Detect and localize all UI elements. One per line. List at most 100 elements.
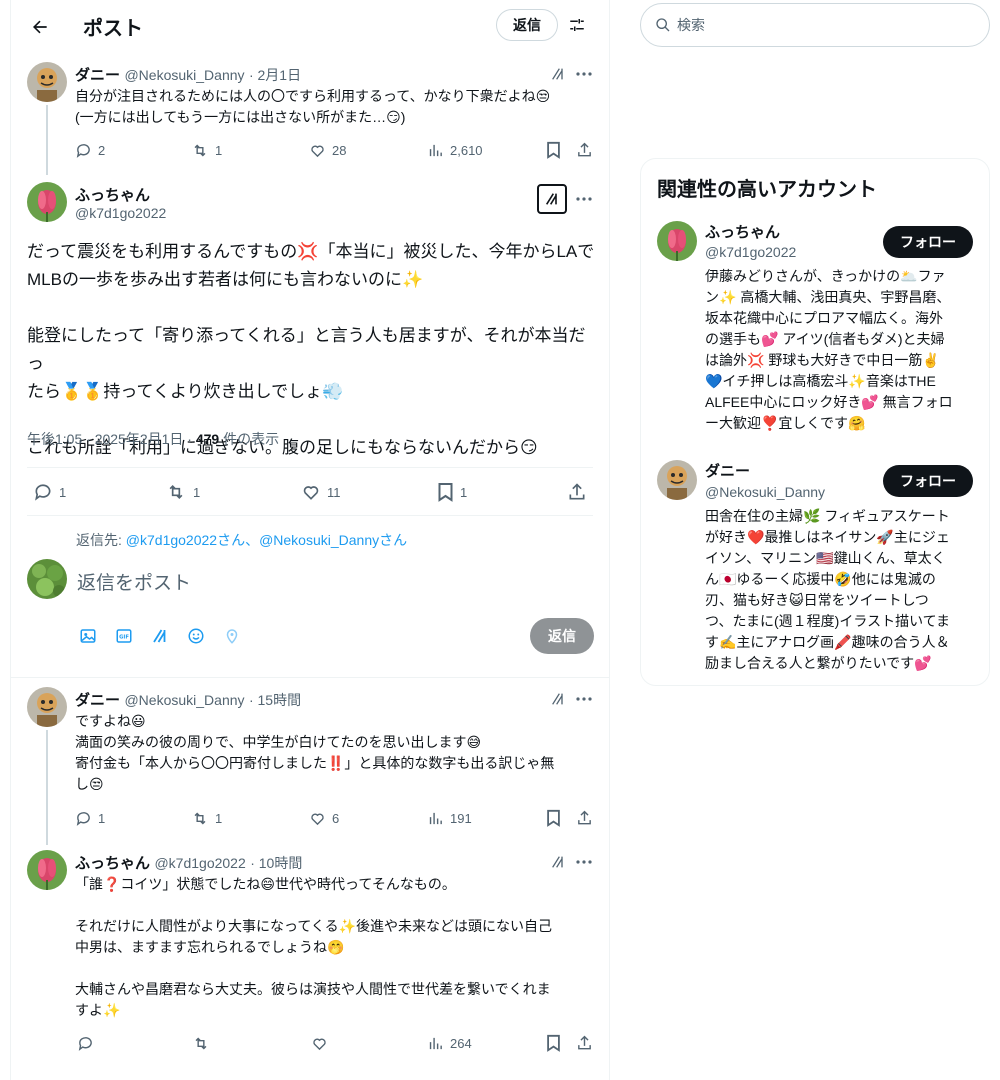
author-name[interactable]: ふっちゃん	[75, 184, 150, 205]
retweet-action[interactable]: 1	[191, 808, 222, 828]
more-button[interactable]	[574, 189, 594, 209]
view-count: 264	[450, 1035, 472, 1051]
avatar[interactable]	[27, 182, 67, 222]
author-name[interactable]: ダニー	[75, 692, 120, 709]
text-line: だって震災をも利用するんですもの💢「本当に」被災した、今年からLAで	[27, 242, 595, 261]
emoji-button[interactable]	[186, 626, 206, 646]
bar-chart-icon	[429, 144, 442, 156]
my-avatar[interactable]	[27, 559, 67, 599]
follow-button[interactable]: フォロー	[883, 226, 973, 258]
views-action[interactable]: 191	[427, 808, 472, 828]
arrow-left-icon	[33, 20, 47, 34]
share-button[interactable]	[574, 808, 594, 828]
reply-action[interactable]: 2	[75, 140, 105, 160]
more-button[interactable]	[574, 64, 594, 84]
avatar[interactable]	[27, 687, 67, 727]
bookmark-button[interactable]	[543, 140, 563, 160]
grok-button[interactable]	[548, 689, 568, 709]
author-handle-row: @k7d1go2022	[75, 205, 166, 223]
account-name[interactable]: ふっちゃん	[705, 221, 780, 242]
bookmark-icon	[546, 1034, 560, 1052]
more-button[interactable]	[574, 852, 594, 872]
retweet-button[interactable]	[191, 1033, 211, 1053]
post-timestamp[interactable]: 午後1:05 · 2025年2月1日 · 479 件の表示	[27, 429, 279, 449]
tweet-reply[interactable]: ふっちゃん @k7d1go2022 · 10時間 「誰❓コイツ」状態でしたね😄世…	[11, 840, 609, 1070]
account-avatar[interactable]	[657, 221, 697, 261]
location-button[interactable]	[222, 626, 242, 646]
reply-action[interactable]: 1	[75, 808, 105, 828]
text-line: それだけに人間性がより大事になってくる✨後進や未来などは頭にない自己	[75, 918, 553, 934]
grok-button[interactable]	[548, 852, 568, 872]
author-handle[interactable]: @Nekosuki_Danny	[124, 67, 244, 83]
retweet-count: 1	[215, 810, 223, 826]
grok-button[interactable]	[548, 64, 568, 84]
account-avatar[interactable]	[657, 460, 697, 500]
follow-button[interactable]: フォロー	[883, 465, 973, 497]
gif-button[interactable]: GIF	[114, 626, 134, 646]
reply-sort-button[interactable]: 返信	[496, 9, 558, 41]
share-icon	[577, 810, 591, 825]
author-name[interactable]: ダニー	[75, 67, 120, 84]
reply-input[interactable]: 返信をポスト	[77, 568, 191, 595]
more-button[interactable]	[574, 689, 594, 709]
tweet-reply[interactable]: ダニー @Nekosuki_Danny · 15時間 ですよね😃 満面の笑みの彼…	[11, 678, 609, 845]
search-input[interactable]: 検索	[677, 15, 705, 35]
like-action[interactable]: 11	[301, 482, 341, 502]
gif-icon: GIF	[116, 629, 132, 643]
bookmark-button[interactable]	[543, 1033, 563, 1053]
thread-line	[46, 105, 48, 175]
reply-button[interactable]	[75, 1033, 95, 1053]
author-handle[interactable]: @k7d1go2022	[75, 205, 166, 221]
image-icon	[80, 629, 96, 643]
settings-button[interactable]	[565, 12, 589, 38]
bookmark-icon	[546, 141, 560, 159]
like-count: 11	[327, 484, 341, 500]
account-handle[interactable]: @k7d1go2022	[705, 244, 796, 260]
grok-compose-button[interactable]	[150, 626, 170, 646]
reply-to-users-link[interactable]: @k7d1go2022さん、@Nekosuki_Dannyさん	[126, 532, 407, 548]
retweet-action[interactable]: 1	[165, 482, 200, 502]
bio-line: 励まし合える人と繋がりたいです💕	[705, 655, 932, 671]
tweet-meta: ダニー @Nekosuki_Danny · 2月1日	[75, 64, 301, 85]
author-handle[interactable]: @Nekosuki_Danny	[124, 692, 244, 708]
share-icon	[577, 142, 591, 157]
bookmark-action[interactable]: 1	[437, 482, 467, 502]
account-handle[interactable]: @Nekosuki_Danny	[705, 484, 825, 500]
share-button[interactable]	[574, 140, 594, 160]
bio-line: ン✨ 高橋大輔、浅田真央、宇野昌磨、	[705, 289, 951, 305]
share-button[interactable]	[567, 482, 587, 502]
retweet-action[interactable]: 1	[191, 140, 222, 160]
more-dots-icon	[576, 72, 592, 76]
post-date[interactable]: · 10時間	[250, 855, 302, 871]
views-action[interactable]: 264	[427, 1033, 472, 1053]
search-box[interactable]: 検索	[640, 3, 990, 47]
bio-line: 坂本花織中心にプロアマ幅広く。海外	[705, 310, 943, 326]
avatar[interactable]	[27, 62, 67, 102]
account-name[interactable]: ダニー	[705, 460, 750, 481]
bookmark-button[interactable]	[543, 808, 563, 828]
media-button[interactable]	[78, 626, 98, 646]
bar-chart-icon	[429, 812, 442, 824]
sliders-icon	[570, 19, 584, 31]
like-button[interactable]	[309, 1033, 329, 1053]
view-count: 2,610	[450, 142, 483, 158]
views-action[interactable]: 2,610	[427, 140, 483, 160]
like-action[interactable]: 6	[309, 808, 339, 828]
thread-line	[46, 730, 48, 845]
reply-action[interactable]: 1	[33, 482, 66, 502]
author-name[interactable]: ふっちゃん	[75, 855, 150, 872]
back-button[interactable]	[25, 12, 55, 42]
post-date[interactable]: · 2月1日	[249, 67, 301, 83]
page-title: ポスト	[83, 18, 143, 40]
tweet-meta: ふっちゃん @k7d1go2022 · 10時間	[75, 852, 302, 873]
tweet-parent[interactable]: ダニー @Nekosuki_Danny · 2月1日 自分が注目されるためには人…	[11, 53, 609, 175]
like-action[interactable]: 28	[309, 140, 346, 160]
grok-button[interactable]	[537, 184, 567, 214]
author-handle[interactable]: @k7d1go2022	[154, 855, 245, 871]
avatar[interactable]	[27, 850, 67, 890]
bio-line: 💙イチ押しは高橋宏斗✨音楽はTHE	[705, 373, 936, 389]
post-date[interactable]: · 15時間	[249, 692, 301, 708]
reply-submit-button[interactable]: 返信	[530, 618, 594, 654]
text-line: 「誰❓コイツ」状態でしたね😄世代や時代ってそんなもの。	[75, 876, 456, 892]
share-button[interactable]	[574, 1033, 594, 1053]
